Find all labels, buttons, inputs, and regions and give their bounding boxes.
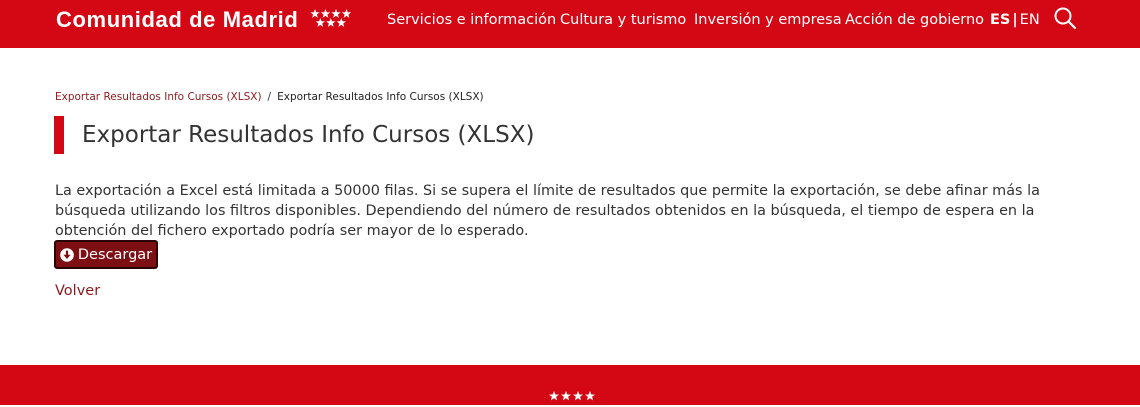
lang-en[interactable]: EN [1020, 12, 1040, 28]
nav-servicios-informacion[interactable]: Servicios e información [387, 0, 556, 40]
breadcrumb-separator: / [267, 91, 272, 103]
page-title: Exportar Resultados Info Cursos (XLSX) [82, 122, 535, 148]
search-icon[interactable] [1053, 6, 1077, 30]
footer-bar [0, 365, 1140, 405]
top-header-bar: Comunidad de Madrid Servicios e informac… [0, 0, 1140, 48]
footer-stars-icon [549, 388, 597, 407]
breadcrumb-link[interactable]: Exportar Resultados Info Cursos (XLSX) [55, 91, 262, 103]
breadcrumb-current: Exportar Resultados Info Cursos (XLSX) [277, 91, 484, 103]
brand-logo[interactable]: Comunidad de Madrid [56, 6, 352, 34]
download-button[interactable]: Descargar [54, 240, 158, 269]
nav-cultura-turismo[interactable]: Cultura y turismo [560, 0, 686, 40]
lang-separator: | [1012, 12, 1018, 28]
language-switcher: ES | EN [990, 0, 1040, 40]
back-link[interactable]: Volver [55, 282, 100, 300]
lang-es[interactable]: ES [990, 12, 1010, 28]
title-accent-bar [54, 116, 64, 154]
logo-text: Comunidad de Madrid [56, 7, 299, 32]
breadcrumb: Exportar Resultados Info Cursos (XLSX) / E… [55, 90, 484, 104]
download-button-label: Descargar [77, 246, 153, 263]
export-info-text: La exportación a Excel está limitada a 5… [55, 183, 1040, 239]
nav-inversion-empresa[interactable]: Inversión y empresa [694, 0, 842, 40]
nav-accion-gobierno[interactable]: Acción de gobierno [845, 0, 984, 40]
logo-stars-icon [310, 9, 352, 31]
download-circle-icon [60, 247, 74, 262]
